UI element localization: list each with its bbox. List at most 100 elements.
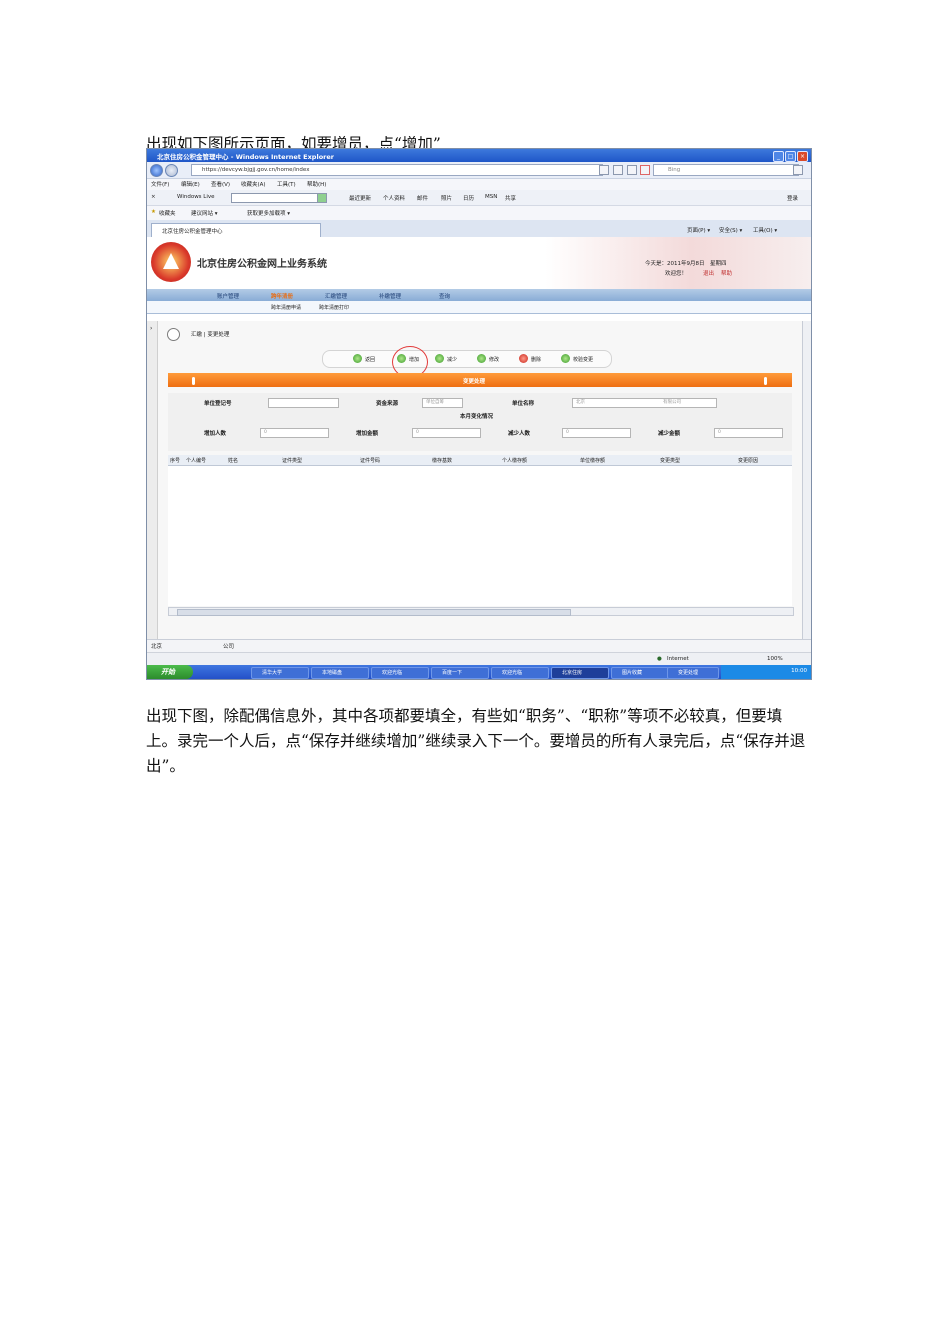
menu-help[interactable]: 帮助(H) <box>307 180 326 188</box>
live-photos[interactable]: 照片 <box>441 194 452 202</box>
status-unit: 北京 <box>151 644 163 650</box>
search-icon[interactable] <box>793 165 803 175</box>
task-item[interactable]: 变更处理 <box>667 667 719 679</box>
pin-icon <box>764 377 767 385</box>
col-id-type: 证件类型 <box>282 458 303 464</box>
reduce-people-label: 减少人数 <box>508 431 531 437</box>
add-people-label: 增加人数 <box>204 431 227 437</box>
subnav-apply[interactable]: 跨年清册申请 <box>271 304 301 311</box>
delete-action-icon <box>519 354 528 363</box>
unit-name-field[interactable]: 北京 有限公司 <box>572 398 717 408</box>
task-item[interactable]: 本地磁盘 <box>311 667 369 679</box>
nav-account[interactable]: 账户管理 <box>217 292 239 300</box>
live-signin[interactable]: 登录 <box>787 194 798 202</box>
start-button[interactable]: 开始 <box>147 665 193 679</box>
suggested-sites[interactable]: 建议网站 ▾ <box>191 209 218 217</box>
nav-annual[interactable]: 跨年清册 <box>271 292 293 300</box>
tab-bjgjj[interactable]: 北京住房公积金管理中心 <box>151 223 321 238</box>
site-header: 北京住房公积金网上业务系统 今天是：2011年9月8日 星期四 欢迎您！ 退出 … <box>147 237 811 289</box>
nav-remit[interactable]: 汇缴管理 <box>325 292 347 300</box>
horizontal-scrollbar[interactable] <box>168 607 794 616</box>
windows-live-label[interactable]: Windows Live <box>177 194 215 200</box>
star-icon: ★ <box>151 209 156 215</box>
live-mail[interactable]: 邮件 <box>417 194 428 202</box>
nav-query[interactable]: 查询 <box>439 292 450 300</box>
breadcrumb: 汇缴 | 变更处理 <box>191 332 230 338</box>
nav-supplement[interactable]: 补缴管理 <box>379 292 401 300</box>
get-addons[interactable]: 获取更多加载项 ▾ <box>247 209 290 217</box>
cmd-page[interactable]: 页面(P) ▾ <box>687 226 710 234</box>
menu-file[interactable]: 文件(F) <box>151 180 169 188</box>
close-toolbar-icon[interactable]: × <box>151 194 156 200</box>
favorites-button[interactable]: 收藏夹 <box>159 209 176 217</box>
reduce-amount-field[interactable]: 0 <box>714 428 783 438</box>
task-item[interactable]: 清华大学 <box>251 667 309 679</box>
help-link[interactable]: 帮助 <box>721 269 732 277</box>
subnav-print[interactable]: 跨年清册打印 <box>319 304 349 311</box>
zoom-level[interactable]: 100% <box>767 656 783 662</box>
live-search-input[interactable] <box>231 193 323 203</box>
verify-action-icon <box>561 354 570 363</box>
browser-screenshot: 北京住房公积金管理中心 - Windows Internet Explorer … <box>146 148 812 680</box>
live-profile[interactable]: 个人资料 <box>383 194 405 202</box>
task-item[interactable]: 欢迎光临 <box>491 667 549 679</box>
expand-icon[interactable]: › <box>150 325 152 332</box>
forward-icon[interactable] <box>165 164 178 177</box>
task-item[interactable]: 欢迎光临 <box>371 667 429 679</box>
collapse-strip[interactable]: › <box>147 321 158 639</box>
maximize-icon[interactable]: □ <box>785 151 796 162</box>
refresh-icon[interactable] <box>627 165 637 175</box>
col-change-reason: 变更原因 <box>738 458 759 464</box>
close-icon[interactable]: × <box>797 151 808 162</box>
search-input[interactable]: Bing <box>653 164 799 176</box>
col-id-number: 证件号码 <box>360 458 381 464</box>
welcome-text: 欢迎您！ <box>665 271 688 277</box>
content-area: › 汇缴 | 变更处理 返回 增加 减少 修改 删除 校验变更 变更处理 单位登… <box>147 321 811 639</box>
compat-icon[interactable] <box>613 165 623 175</box>
fund-source-select[interactable]: 单位自筹 <box>422 398 463 408</box>
menu-edit[interactable]: 编辑(E) <box>181 180 200 188</box>
col-personal-no: 个人编号 <box>186 458 207 464</box>
live-recent[interactable]: 最近更新 <box>349 194 371 202</box>
reduce-action-icon <box>435 354 444 363</box>
vertical-scrollbar[interactable] <box>802 321 811 639</box>
task-item-active[interactable]: 北京住房 <box>551 667 609 679</box>
stop-icon[interactable] <box>640 165 650 175</box>
scroll-thumb[interactable] <box>177 609 571 616</box>
col-change-type: 变更类型 <box>660 458 681 464</box>
menu-favorites[interactable]: 收藏夹(A) <box>241 180 266 188</box>
live-msn[interactable]: MSN <box>485 194 497 200</box>
play-icon[interactable] <box>167 328 180 341</box>
clock: 10:00 <box>791 668 807 674</box>
change-form: 单位登记号 资金来源 单位自筹 单位名称 北京 有限公司 本月变化情况 增加人数… <box>168 393 792 451</box>
col-seq: 序号 <box>170 458 181 464</box>
address-bar-row: https://devcyw.bjgjj.gov.cn/home/index B… <box>147 162 811 179</box>
menu-view[interactable]: 查看(V) <box>211 180 230 188</box>
unit-reg-no-field[interactable] <box>268 398 339 408</box>
add-amount-field[interactable]: 0 <box>412 428 481 438</box>
tab-label: 北京住房公积金管理中心 <box>162 229 223 235</box>
status-unit-suffix: 公司 <box>223 644 235 650</box>
col-name: 姓名 <box>228 458 239 464</box>
reduce-people-field[interactable]: 0 <box>562 428 631 438</box>
fund-source-label: 资金来源 <box>376 401 399 407</box>
windows-live-bar: × Windows Live 最近更新 个人资料 邮件 照片 日历 MSN 共享… <box>147 190 811 206</box>
taskbar: 开始 清华大学 本地磁盘 欢迎光临 百度一下 欢迎光临 北京住房 图片收藏 变更… <box>147 665 811 679</box>
unit-name-label: 单位名称 <box>512 401 535 407</box>
back-icon[interactable] <box>150 164 163 177</box>
live-share[interactable]: 共享 <box>505 194 516 202</box>
date-box: 今天是：2011年9月8日 星期四 欢迎您！ 退出 帮助 <box>641 259 751 281</box>
url-input[interactable]: https://devcyw.bjgjj.gov.cn/home/index <box>191 164 603 176</box>
logout-link[interactable]: 退出 <box>703 269 714 277</box>
cmd-safety[interactable]: 安全(S) ▾ <box>719 226 742 234</box>
title-bar: 北京住房公积金管理中心 - Windows Internet Explorer … <box>147 149 811 162</box>
sub-nav: 跨年清册申请 跨年清册打印 <box>147 301 811 314</box>
live-calendar[interactable]: 日历 <box>463 194 474 202</box>
task-item[interactable]: 图片收藏 <box>611 667 669 679</box>
cmd-tools[interactable]: 工具(O) ▾ <box>753 226 777 234</box>
add-people-field[interactable]: 0 <box>260 428 329 438</box>
menu-tools[interactable]: 工具(T) <box>277 180 296 188</box>
task-item[interactable]: 百度一下 <box>431 667 489 679</box>
minimize-icon[interactable]: _ <box>773 151 784 162</box>
live-search-icon[interactable] <box>317 193 327 203</box>
